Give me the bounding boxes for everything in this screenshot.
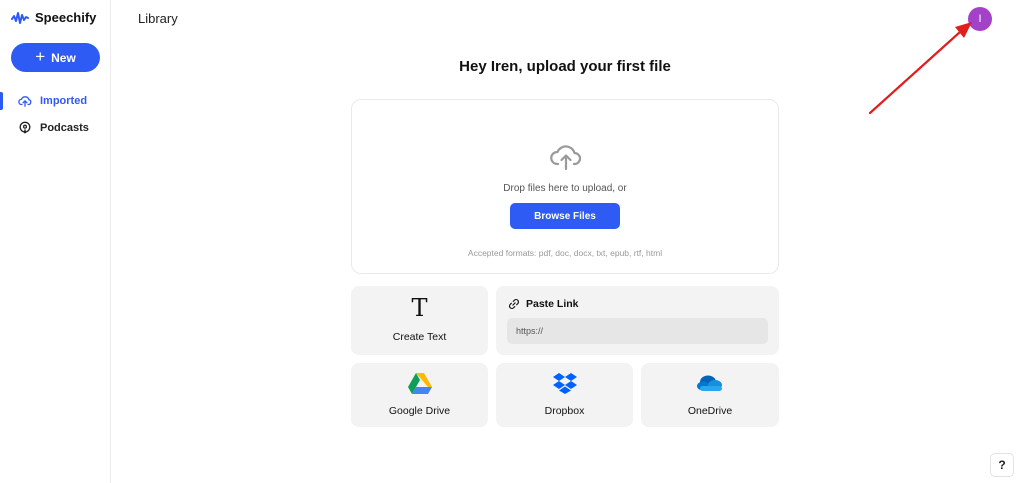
new-button[interactable]: + New [11,43,100,72]
podcast-icon [19,121,31,134]
sidebar: Speechify + New Imported Podcasts [0,0,111,483]
browse-files-button[interactable]: Browse Files [510,203,620,229]
page-title: Library [138,11,178,26]
paste-link-header: Paste Link [508,298,579,310]
google-drive-card[interactable]: Google Drive [351,363,488,427]
avatar-initial: I [978,13,982,25]
paste-link-card: Paste Link [496,286,779,355]
create-text-label: Create Text [392,331,447,343]
soundwave-logo-icon [11,11,29,24]
url-input[interactable] [507,318,768,344]
google-drive-label: Google Drive [388,405,451,417]
welcome-heading: Hey Iren, upload your first file [459,58,671,75]
annotation-arrow-icon [868,22,972,115]
paste-link-label: Paste Link [526,298,579,310]
dropbox-card[interactable]: Dropbox [496,363,633,427]
cloud-upload-icon [550,145,582,171]
new-button-label: New [51,50,76,65]
sidebar-item-label: Podcasts [40,122,89,134]
dropzone-instructions: Drop files here to upload, or [503,183,627,194]
app-window: Speechify + New Imported Podcasts Librar… [0,0,1024,483]
accepted-formats-text: Accepted formats: pdf, doc, docx, txt, e… [467,248,663,258]
upload-dropzone[interactable]: Drop files here to upload, or Browse Fil… [351,99,779,274]
sidebar-item-imported[interactable]: Imported [0,91,110,111]
dropbox-label: Dropbox [544,405,585,417]
onedrive-icon [697,375,722,391]
help-button[interactable]: ? [990,453,1014,477]
text-t-icon: T [411,294,428,322]
dropbox-icon [552,373,577,394]
sidebar-item-podcasts[interactable]: Podcasts [0,118,110,138]
user-avatar[interactable]: I [968,7,992,31]
onedrive-card[interactable]: OneDrive [641,363,779,427]
plus-icon: + [35,47,46,66]
app-name: Speechify [35,10,97,25]
speechify-logo[interactable]: Speechify [11,10,96,25]
onedrive-label: OneDrive [687,405,733,417]
google-drive-icon [407,373,432,394]
sidebar-item-label: Imported [40,95,88,107]
cloud-upload-icon [18,96,32,107]
create-text-card[interactable]: T Create Text [351,286,488,355]
link-icon [509,299,519,309]
